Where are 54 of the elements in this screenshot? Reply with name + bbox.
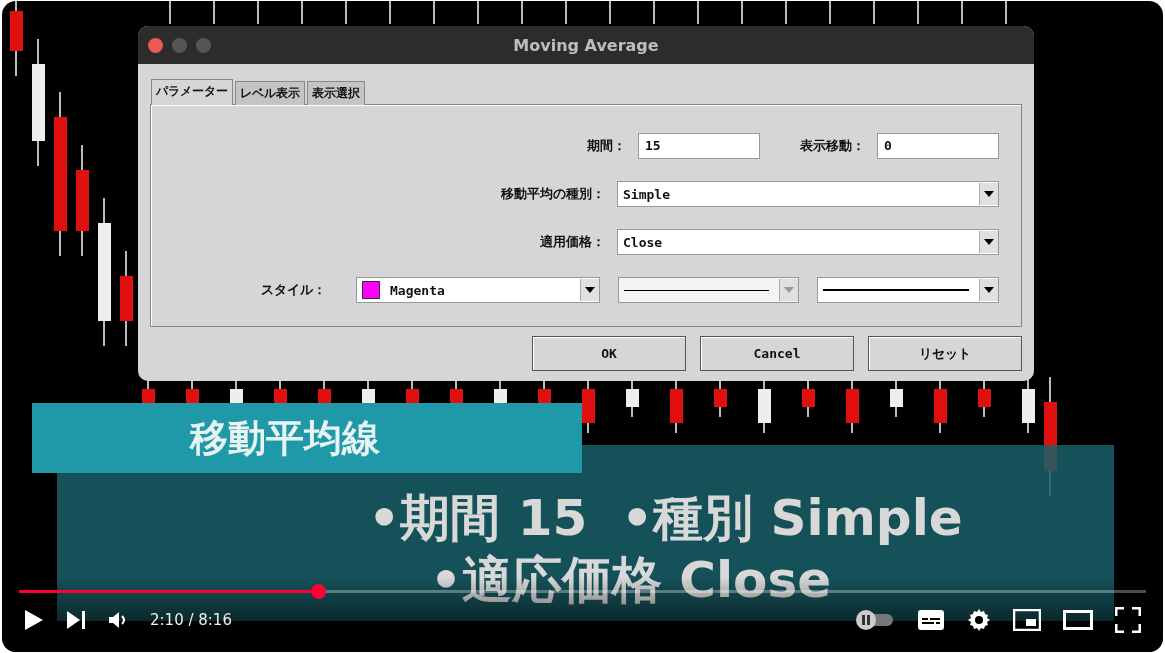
dropdown[interactable]: Simple	[617, 181, 999, 207]
dialog-button[interactable]: Cancel	[700, 336, 854, 371]
play-button[interactable]	[24, 609, 44, 631]
input-field[interactable]: 0	[877, 133, 999, 159]
miniplayer-button[interactable]	[1013, 609, 1041, 631]
autoplay-toggle[interactable]	[855, 609, 895, 631]
window-title: Moving Average	[513, 35, 659, 55]
field-label: 表示移動：	[800, 137, 865, 155]
video-player[interactable]: Moving Average パラメーター レベル表示 表示選択 期間： 15 表示移動： 0 移動平均の種別： Simple 適用価格： Close スタイル： Magenta OK Cancel リセット 移動平均線 •期間 15 •種別 Simple •適応価格 Close 2:10 / 8:16	[2, 1, 1163, 652]
next-button[interactable]	[66, 610, 86, 630]
field-label: 適用価格：	[540, 233, 605, 251]
candlestick	[741, 1, 743, 25]
field-label: スタイル：	[261, 281, 326, 299]
candlestick	[609, 1, 611, 25]
candlestick	[565, 1, 567, 25]
tab[interactable]: レベル表示	[235, 81, 305, 105]
caption-text: •期間 15	[368, 488, 588, 549]
candlestick	[521, 1, 523, 25]
input-field[interactable]: 15	[638, 133, 760, 159]
field-label: 期間：	[587, 137, 626, 155]
dialog-button[interactable]: リセット	[868, 336, 1022, 371]
candlestick	[785, 1, 787, 25]
volume-button[interactable]	[108, 610, 128, 630]
time-display: 2:10 / 8:16	[150, 611, 232, 629]
candlestick	[873, 1, 875, 25]
candlestick	[257, 1, 259, 25]
close-button[interactable]	[148, 38, 163, 53]
candlestick	[433, 1, 435, 25]
candlestick	[961, 1, 963, 25]
candlestick	[389, 1, 391, 25]
caption-text: •種別 Simple	[621, 488, 963, 549]
dropdown[interactable]: Close	[617, 229, 999, 255]
candlestick	[1005, 1, 1007, 25]
caption-heading: 移動平均線	[32, 403, 582, 473]
tab[interactable]: 表示選択	[307, 81, 365, 105]
candlestick	[213, 1, 215, 25]
candlestick	[169, 1, 171, 25]
fullscreen-button[interactable]	[1115, 607, 1141, 633]
candlestick	[917, 1, 919, 25]
candlestick	[829, 1, 831, 25]
theater-mode-button[interactable]	[1063, 610, 1093, 630]
settings-icon[interactable]	[967, 608, 991, 632]
color-dropdown[interactable]: Magenta	[356, 277, 600, 303]
tab[interactable]: パラメーター	[151, 79, 233, 105]
subtitles-button[interactable]	[917, 609, 945, 631]
candlestick	[653, 1, 655, 25]
field-label: 移動平均の種別：	[501, 185, 605, 203]
line-width-dropdown[interactable]	[817, 277, 999, 303]
dialog-button[interactable]: OK	[532, 336, 686, 371]
candlestick	[477, 1, 479, 25]
caption-text: •適応価格 Close	[429, 550, 832, 611]
candlestick	[301, 1, 303, 25]
candlestick	[697, 1, 699, 25]
candlestick	[345, 1, 347, 25]
